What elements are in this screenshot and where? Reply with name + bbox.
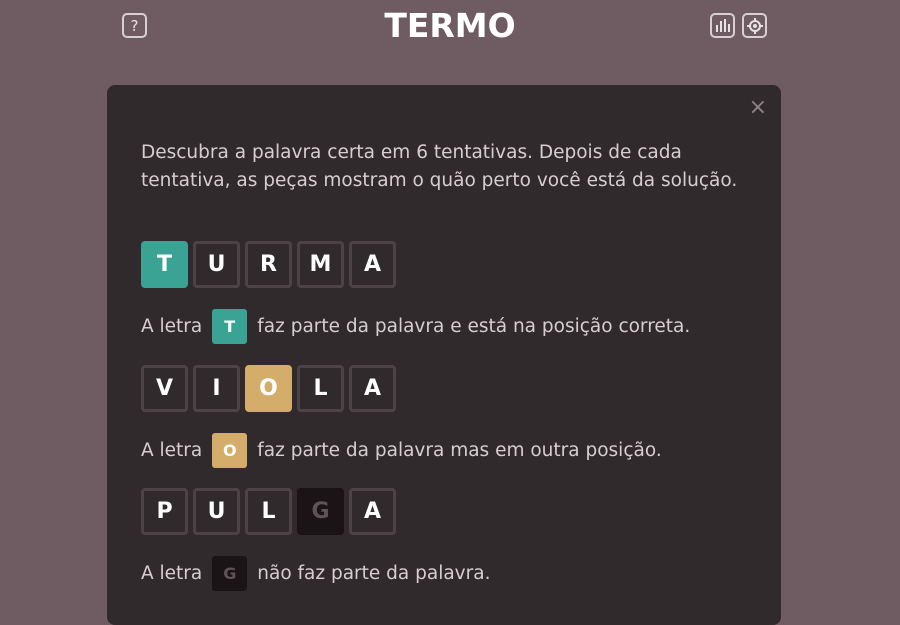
tile: P (141, 488, 188, 535)
tile: U (193, 488, 240, 535)
explain-present: A letra O faz parte da palavra mas em ou… (141, 433, 662, 468)
help-modal: × Descubra a palavra certa em 6 tentativ… (107, 85, 781, 625)
explain-pre: A letra (141, 563, 203, 584)
mini-tile-absent: G (212, 556, 248, 591)
tile: A (349, 241, 396, 288)
tile: L (245, 488, 292, 535)
mini-tile-correct: T (212, 309, 248, 344)
tile: R (245, 241, 292, 288)
bar-chart-icon (716, 19, 730, 32)
explain-post: faz parte da palavra e está na posição c… (257, 316, 691, 337)
close-icon[interactable]: × (749, 95, 767, 120)
explain-pre: A letra (141, 316, 203, 337)
explain-correct: A letra T faz parte da palavra e está na… (141, 309, 690, 344)
tile: M (297, 241, 344, 288)
example-row-2: V I O L A (141, 365, 396, 412)
tile: G (297, 488, 344, 535)
mini-tile-present: O (212, 433, 248, 468)
tile: O (245, 365, 292, 412)
stats-button[interactable] (710, 13, 735, 38)
tile: A (349, 365, 396, 412)
tile: V (141, 365, 188, 412)
explain-pre: A letra (141, 440, 203, 461)
intro-text: Descubra a palavra certa em 6 tentativas… (141, 142, 738, 191)
example-row-1: T U R M A (141, 241, 396, 288)
explain-post: faz parte da palavra mas em outra posiçã… (257, 440, 662, 461)
tile: U (193, 241, 240, 288)
settings-button[interactable] (742, 13, 767, 38)
tile: I (193, 365, 240, 412)
example-row-3: P U L G A (141, 488, 396, 535)
tile: L (297, 365, 344, 412)
top-bar: ? TERMO (0, 0, 900, 56)
tile: A (349, 488, 396, 535)
explain-post: não faz parte da palavra. (257, 563, 491, 584)
gear-icon (746, 17, 763, 34)
tile: T (141, 241, 188, 288)
explain-absent: A letra G não faz parte da palavra. (141, 556, 490, 591)
